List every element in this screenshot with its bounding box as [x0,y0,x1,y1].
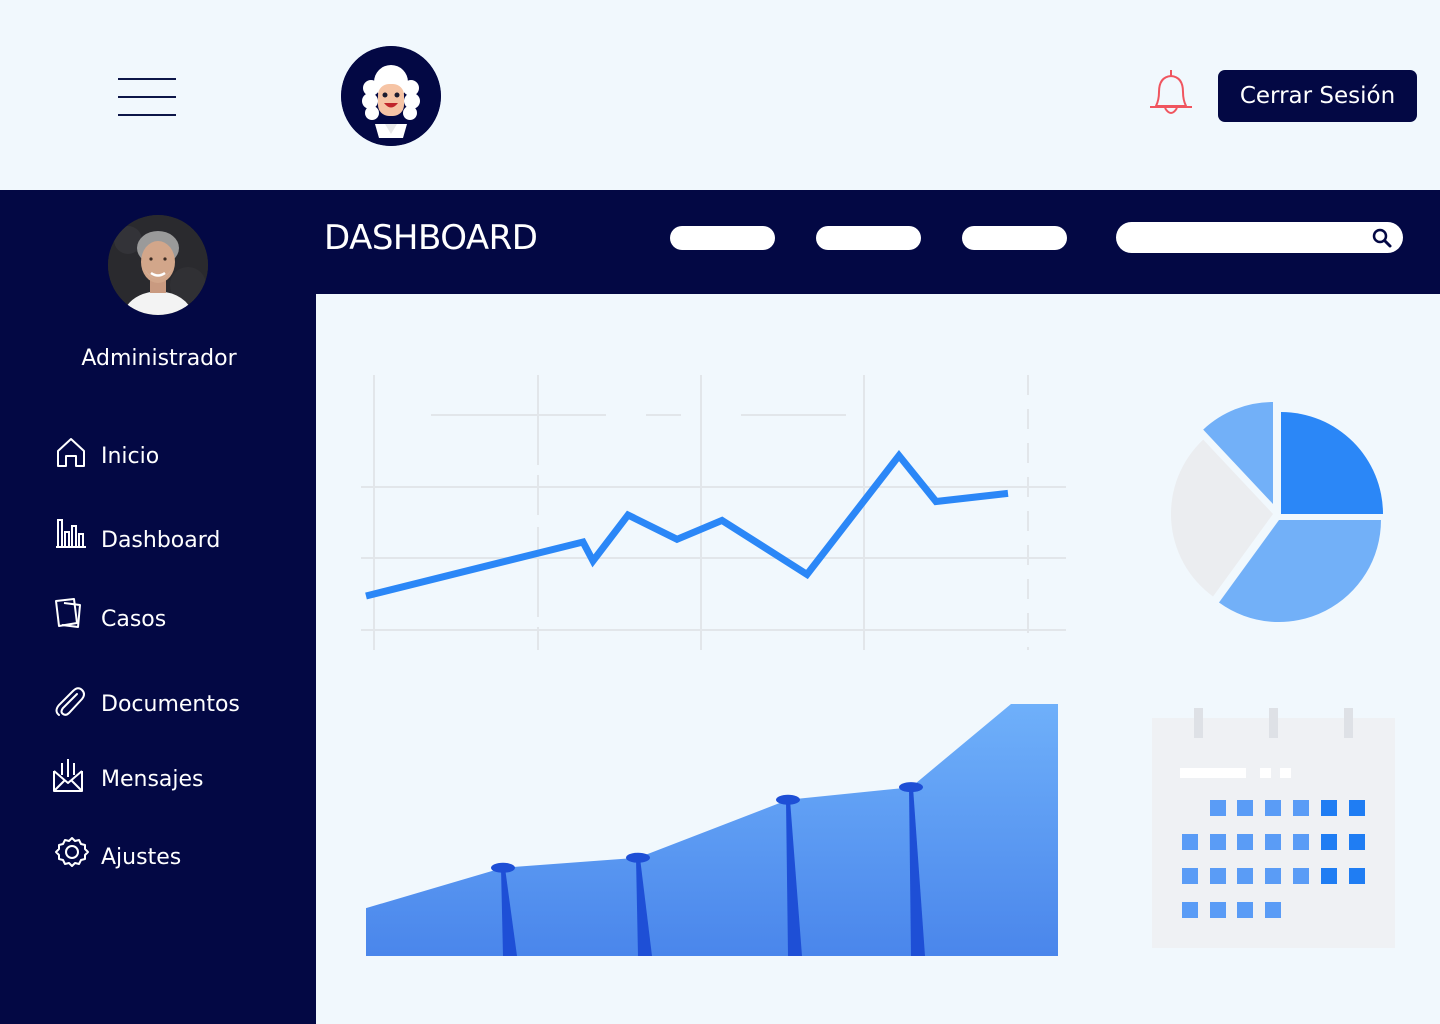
sidebar-item-mensajes[interactable]: Mensajes [50,757,300,801]
calendar-icon [1152,708,1395,948]
calendar-day-cell [1237,868,1253,884]
area-series [366,704,1058,956]
pie-chart [1170,402,1383,623]
sidebar-item-documentos[interactable]: Documentos [50,682,300,726]
bar-chart-icon [50,518,90,558]
search-icon[interactable] [1371,227,1393,249]
calendar-day-cell [1293,800,1309,816]
sidebar-item-label: Mensajes [101,767,204,792]
calendar-day-cell [1237,902,1253,918]
calendar-day-cell [1237,800,1253,816]
calendar-day-cell [1237,834,1253,850]
calendar-day-cell [1349,834,1365,850]
logout-button[interactable]: Cerrar Sesión [1218,70,1417,122]
area-marker-point [626,852,650,863]
calendar-day-cell [1321,800,1337,816]
home-icon [50,434,90,474]
judge-logo [341,46,441,146]
hamburger-menu-icon[interactable] [112,70,182,122]
calendar-day-cell [1321,868,1337,884]
pie-slice [1281,412,1383,514]
search-input[interactable] [1116,222,1403,253]
sidebar-item-label: Casos [101,607,167,632]
sidebar-item-label: Ajustes [101,845,182,870]
page-title: DASHBOARD [324,218,538,258]
area-chart [366,704,1058,956]
line-series [365,449,1009,600]
calendar-day-cell [1210,868,1226,884]
nav-pill-2[interactable] [816,226,921,250]
calendar-day-cell [1265,800,1281,816]
calendar-day-cell [1321,834,1337,850]
sidebar-item-ajustes[interactable]: Ajustes [50,835,300,879]
avatar [108,215,208,315]
user-role-label: Administrador [81,346,237,371]
calendar-day-cell [1182,902,1198,918]
calendar-day-cell [1349,868,1365,884]
judge-logo-icon [341,46,441,146]
sidebar-item-label: Documentos [101,692,240,717]
nav-pill-3[interactable] [962,226,1067,250]
paperclip-icon [50,682,90,722]
calendar-day-cell [1293,834,1309,850]
gear-icon [50,835,90,875]
calendar-day-cell [1265,834,1281,850]
calendar-day-cell [1265,868,1281,884]
cases-icon [50,597,90,637]
area-marker-point [491,862,515,873]
notification-bell-icon[interactable] [1146,66,1196,120]
line-chart [361,375,1066,650]
area-marker-point [776,794,800,805]
sidebar-item-label: Dashboard [101,528,221,553]
calendar-day-cell [1182,868,1198,884]
sidebar-item-dashboard[interactable]: Dashboard [50,518,300,562]
sidebar-item-label: Inicio [101,444,160,469]
calendar-day-cell [1182,834,1198,850]
envelope-icon [50,757,90,797]
calendar-day-cell [1349,800,1365,816]
calendar-day-cell [1210,902,1226,918]
calendar-day-cell [1210,834,1226,850]
sidebar-item-casos[interactable]: Casos [50,597,300,641]
nav-pill-1[interactable] [670,226,775,250]
calendar-day-cell [1265,902,1281,918]
sidebar-item-inicio[interactable]: Inicio [50,434,300,478]
calendar-day-cell [1293,868,1309,884]
area-marker-point [899,782,923,793]
calendar-day-cell [1210,800,1226,816]
